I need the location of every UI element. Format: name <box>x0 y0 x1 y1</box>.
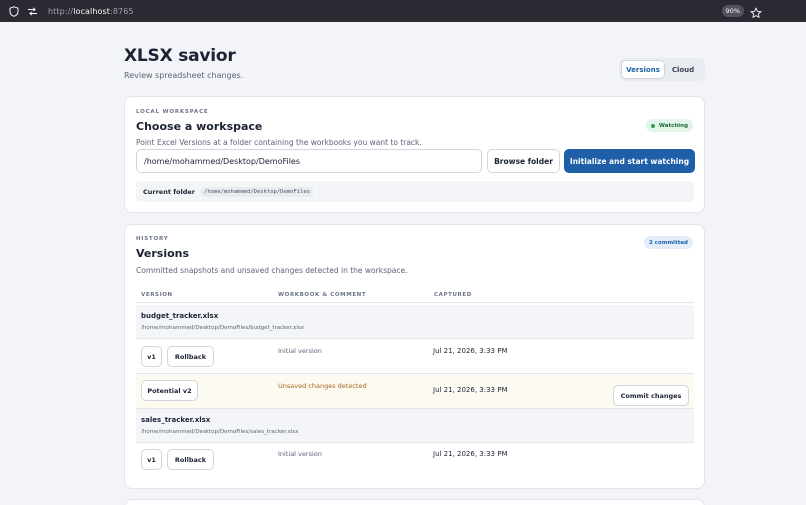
version-comment: Initial version <box>278 450 322 458</box>
permissions-icon[interactable] <box>26 5 38 17</box>
browse-folder-button[interactable]: Browse folder <box>487 149 560 173</box>
workspace-eyebrow: LOCAL WORKSPACE <box>136 109 209 115</box>
current-folder: Current folder /home/mohammed/Desktop/De… <box>136 181 694 202</box>
history-card: HISTORY Versions Committed snapshots and… <box>124 224 705 489</box>
current-folder-label: Current folder <box>143 187 196 196</box>
version-row: v1 Rollback Initial version Jul 21, 2026… <box>136 339 694 374</box>
app-title: XLSX savior <box>124 46 236 66</box>
version-captured: Jul 21, 2026, 3:33 PM <box>433 450 508 458</box>
zoom-indicator[interactable]: 90% <box>721 5 744 17</box>
column-header-version: VERSION <box>141 292 173 298</box>
history-eyebrow: HISTORY <box>136 236 169 242</box>
version-comment: Initial version <box>278 347 322 355</box>
tab-versions[interactable]: Versions <box>621 60 665 79</box>
shield-icon[interactable] <box>8 5 20 17</box>
column-header-workbook: WORKBOOK & COMMENT <box>278 292 367 298</box>
file-name: sales_tracker.xlsx <box>141 416 211 424</box>
browser-toolbar: http://localhost:8765 90% <box>0 0 806 22</box>
file-group-header: sales_tracker.xlsx /home/mohammed/Deskto… <box>136 409 694 443</box>
app-subtitle: Review spreadsheet changes. <box>124 71 244 80</box>
version-button[interactable]: v1 <box>141 449 162 470</box>
url-host: localhost <box>73 6 111 16</box>
pending-version-row: Potential v2 Unsaved changes detected Ju… <box>136 374 694 409</box>
url-scheme: http:// <box>48 6 74 16</box>
pending-comment: Unsaved changes detected <box>278 382 367 390</box>
status-badge: Watching <box>645 119 693 132</box>
initialize-watch-button[interactable]: Initialize and start watching <box>564 149 695 173</box>
pending-captured: Jul 21, 2026, 3:33 PM <box>433 386 508 394</box>
potential-version-button[interactable]: Potential v2 <box>141 380 198 401</box>
next-card <box>124 499 705 505</box>
workspace-description: Point Excel Versions at a folder contain… <box>136 138 422 147</box>
version-row: v1 Rollback Initial version Jul 21, 2026… <box>136 443 694 478</box>
column-header-captured: CAPTURED <box>434 292 472 298</box>
status-badge-label: Watching <box>658 122 688 129</box>
view-switcher: Versions Cloud <box>619 58 705 81</box>
star-icon[interactable] <box>750 4 762 23</box>
file-name: budget_tracker.xlsx <box>141 312 219 320</box>
status-dot-icon <box>650 123 655 128</box>
table-header-divider <box>136 302 694 303</box>
rollback-button[interactable]: Rollback <box>167 449 214 470</box>
workspace-path-input[interactable]: /home/mohammed/Desktop/DemoFiles <box>136 149 482 173</box>
version-captured: Jul 21, 2026, 3:33 PM <box>433 347 508 355</box>
tab-cloud[interactable]: Cloud <box>665 60 701 79</box>
commit-changes-button[interactable]: Commit changes <box>613 385 689 406</box>
version-button[interactable]: v1 <box>141 346 162 367</box>
workspace-card: LOCAL WORKSPACE Choose a workspace Point… <box>124 96 705 213</box>
committed-count-badge: 2 committed <box>643 236 693 249</box>
history-description: Committed snapshots and unsaved changes … <box>136 266 408 275</box>
url-bar[interactable]: http://localhost:8765 <box>48 7 134 16</box>
file-group-header: budget_tracker.xlsx /home/mohammed/Deskt… <box>136 305 694 339</box>
rollback-button[interactable]: Rollback <box>167 346 214 367</box>
file-path: /home/mohammed/Desktop/DemoFiles/sales_t… <box>141 429 299 435</box>
file-path: /home/mohammed/Desktop/DemoFiles/budget_… <box>141 325 304 331</box>
current-folder-path: /home/mohammed/Desktop/DemoFiles <box>201 186 313 197</box>
history-title: Versions <box>136 247 190 260</box>
workspace-title: Choose a workspace <box>136 120 263 133</box>
url-port: :8765 <box>110 6 134 16</box>
